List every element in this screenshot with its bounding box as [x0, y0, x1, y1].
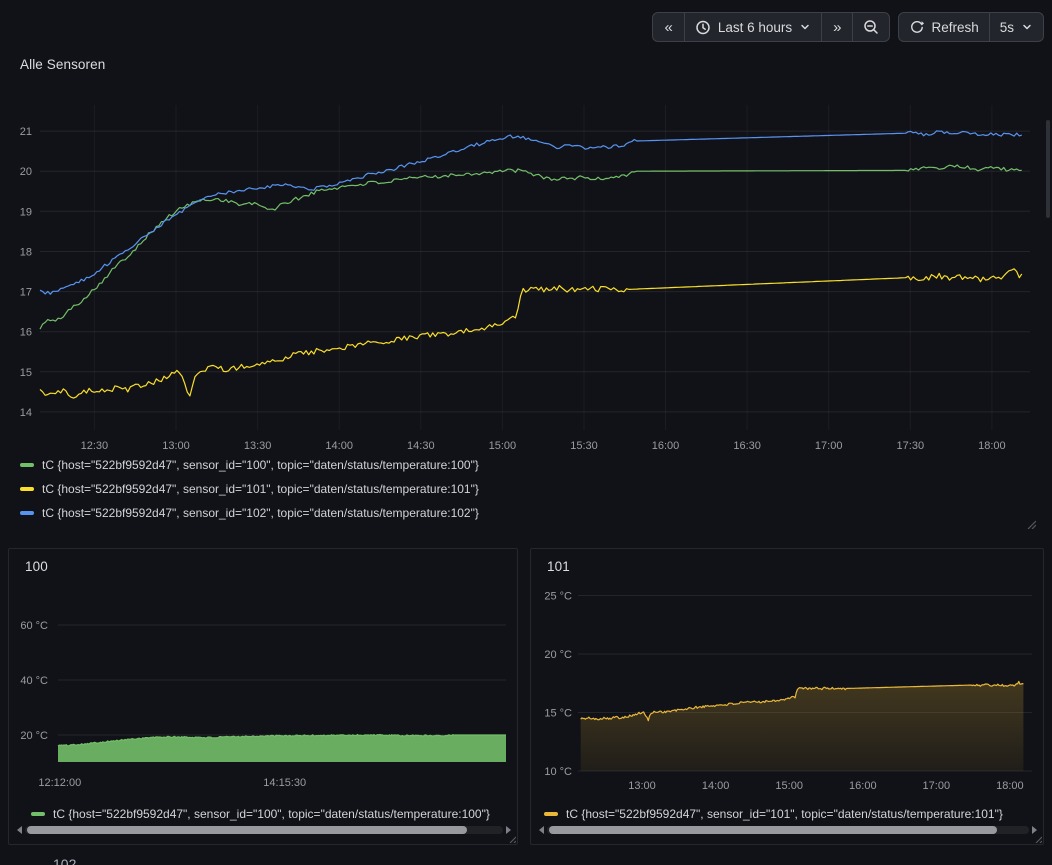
zoom-out-icon — [863, 19, 879, 35]
time-shift-back-button[interactable]: « — [652, 12, 684, 42]
svg-text:15: 15 — [20, 367, 32, 379]
svg-text:20 °C: 20 °C — [20, 730, 48, 742]
svg-text:18:00: 18:00 — [996, 780, 1024, 792]
svg-text:40 °C: 40 °C — [20, 675, 48, 687]
svg-text:14:15:30: 14:15:30 — [263, 777, 306, 789]
refresh-button[interactable]: Refresh — [898, 12, 989, 42]
time-shift-forward-button[interactable]: » — [821, 12, 853, 42]
time-range-label: Last 6 hours — [718, 20, 792, 35]
panel-100-chart[interactable]: 20 °C 40 °C 60 °C 12:12:00 14:15:30 — [8, 548, 518, 798]
svg-text:18:00: 18:00 — [978, 440, 1006, 452]
legend-item-sensor-102[interactable]: tC {host="522bf9592d47", sensor_id="102"… — [20, 504, 479, 522]
svg-text:13:00: 13:00 — [162, 440, 190, 452]
svg-text:19: 19 — [20, 206, 32, 218]
main-legend: tC {host="522bf9592d47", sensor_id="100"… — [20, 456, 479, 528]
alle-sensoren-chart[interactable]: 14 15 16 17 18 19 20 21 12:30 13:00 13:30 14:00 14:3… — [0, 95, 1052, 465]
svg-text:16:30: 16:30 — [733, 440, 761, 452]
svg-text:21: 21 — [20, 126, 32, 138]
clock-icon — [695, 19, 711, 35]
panel-resize-handle[interactable] — [1026, 519, 1036, 529]
svg-text:14:30: 14:30 — [407, 440, 435, 452]
svg-text:25 °C: 25 °C — [544, 591, 572, 603]
svg-text:20 °C: 20 °C — [544, 649, 572, 661]
scrollbar-thumb[interactable] — [27, 826, 467, 834]
legend-label: tC {host="522bf9592d47", sensor_id="102"… — [42, 506, 479, 520]
panel-resize-handle[interactable] — [506, 833, 516, 843]
svg-text:10 °C: 10 °C — [544, 766, 572, 778]
legend-item-sensor-101[interactable]: tC {host="522bf9592d47", sensor_id="101"… — [20, 480, 479, 498]
legend-label: tC {host="522bf9592d47", sensor_id="100"… — [53, 807, 490, 821]
grafana-dashboard: « Last 6 hours » — [0, 0, 1052, 865]
legend-item-sensor-100[interactable]: tC {host="522bf9592d47", sensor_id="100"… — [20, 456, 479, 474]
svg-text:17: 17 — [20, 287, 32, 299]
svg-text:13:00: 13:00 — [628, 780, 656, 792]
refresh-icon — [909, 20, 924, 35]
legend-label: tC {host="522bf9592d47", sensor_id="100"… — [42, 458, 479, 472]
refresh-interval-button[interactable]: 5s — [989, 12, 1044, 42]
svg-text:17:00: 17:00 — [923, 780, 951, 792]
time-toolbar: « Last 6 hours » — [652, 12, 1044, 42]
scrollbar-track[interactable] — [25, 826, 503, 834]
series-swatch — [20, 463, 34, 467]
panel-title-102[interactable]: 102 — [53, 857, 93, 865]
svg-text:60 °C: 60 °C — [20, 620, 48, 632]
legend-label: tC {host="522bf9592d47", sensor_id="101"… — [42, 482, 479, 496]
time-picker-group: « Last 6 hours » — [652, 12, 890, 42]
svg-text:16:00: 16:00 — [849, 780, 877, 792]
svg-text:12:30: 12:30 — [81, 440, 109, 452]
svg-text:15:00: 15:00 — [775, 780, 803, 792]
refresh-interval-label: 5s — [1000, 20, 1014, 35]
svg-text:18: 18 — [20, 247, 32, 259]
series-swatch — [20, 511, 34, 515]
svg-text:17:30: 17:30 — [897, 440, 925, 452]
panel-101-legend[interactable]: tC {host="522bf9592d47", sensor_id="101"… — [544, 805, 1032, 823]
svg-text:13:30: 13:30 — [244, 440, 272, 452]
svg-text:16: 16 — [20, 327, 32, 339]
scrollbar-track[interactable] — [547, 826, 1029, 834]
time-zoom-out-button[interactable] — [852, 12, 890, 42]
svg-text:14: 14 — [20, 407, 32, 419]
legend-label: tC {host="522bf9592d47", sensor_id="101"… — [566, 807, 1003, 821]
svg-text:17:00: 17:00 — [815, 440, 843, 452]
svg-text:14:00: 14:00 — [702, 780, 730, 792]
scroll-left-arrow-icon[interactable] — [539, 826, 544, 834]
svg-text:14:00: 14:00 — [325, 440, 353, 452]
panel-101-chart[interactable]: 10 °C 15 °C 20 °C 25 °C 13:00 14:00 15:00 16:00… — [530, 548, 1044, 798]
series-swatch — [31, 812, 45, 816]
scroll-left-arrow-icon[interactable] — [17, 826, 22, 834]
refresh-label: Refresh — [931, 20, 978, 35]
svg-text:15:00: 15:00 — [489, 440, 517, 452]
panel-title-alle-sensoren[interactable]: Alle Sensoren — [20, 57, 105, 72]
svg-text:16:00: 16:00 — [652, 440, 680, 452]
panel-100-hscrollbar[interactable] — [17, 825, 511, 834]
chevron-down-icon — [1021, 21, 1033, 33]
time-range-button[interactable]: Last 6 hours — [684, 12, 822, 42]
refresh-group: Refresh 5s — [898, 12, 1044, 42]
panel-101-hscrollbar[interactable] — [539, 825, 1037, 834]
svg-text:15 °C: 15 °C — [544, 708, 572, 720]
series-swatch — [544, 812, 558, 816]
scrollbar-thumb[interactable] — [549, 826, 997, 834]
panel-100-legend[interactable]: tC {host="522bf9592d47", sensor_id="100"… — [31, 805, 509, 823]
chevron-down-icon — [799, 21, 811, 33]
panel-resize-handle[interactable] — [1032, 833, 1042, 843]
svg-text:20: 20 — [20, 166, 32, 178]
series-swatch — [20, 487, 34, 491]
page-vscrollbar-thumb[interactable] — [1046, 120, 1050, 218]
svg-text:15:30: 15:30 — [570, 440, 598, 452]
svg-text:12:12:00: 12:12:00 — [38, 777, 81, 789]
